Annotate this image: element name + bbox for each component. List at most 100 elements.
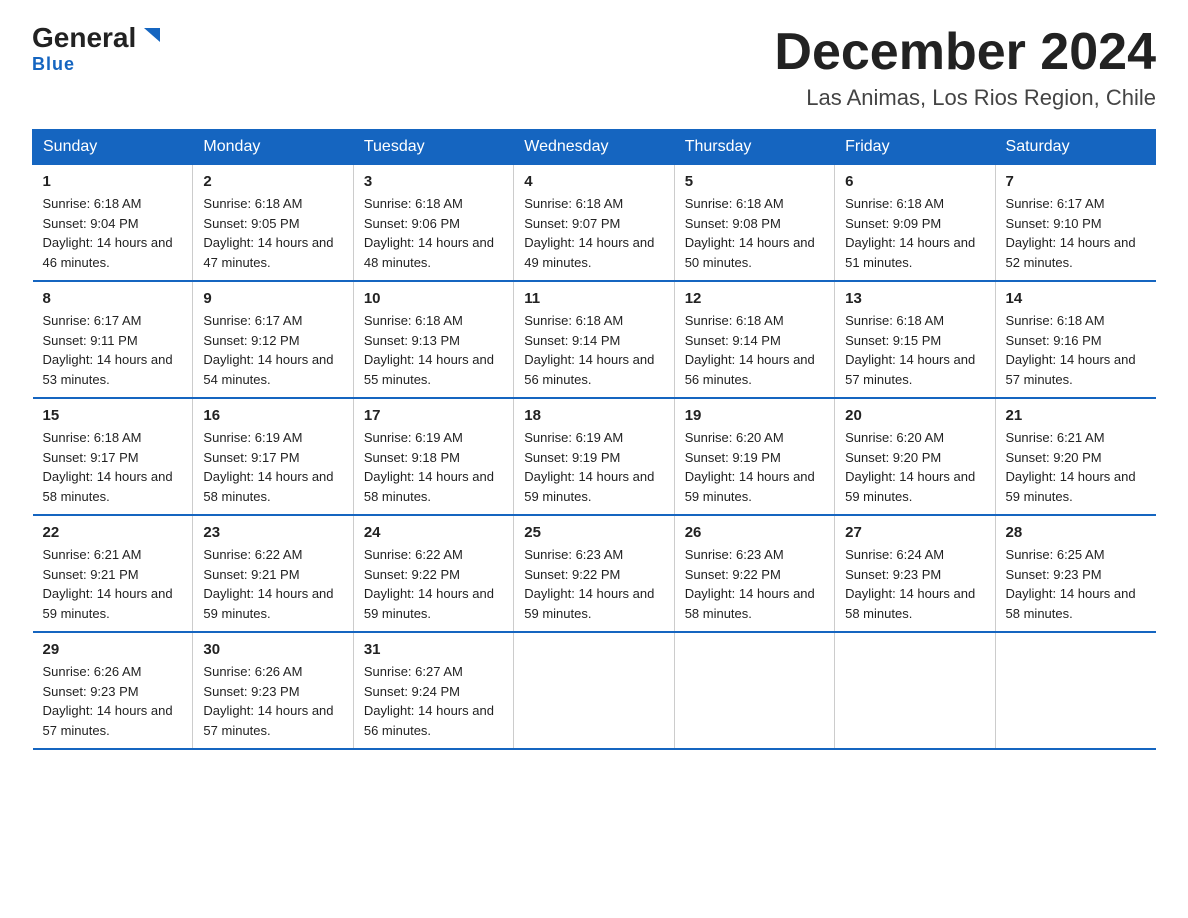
- day-number: 2: [203, 173, 342, 190]
- logo-general: General: [32, 24, 136, 52]
- day-info: Sunrise: 6:25 AMSunset: 9:23 PMDaylight:…: [1006, 545, 1146, 623]
- calendar-week-5: 29 Sunrise: 6:26 AMSunset: 9:23 PMDaylig…: [33, 632, 1156, 749]
- day-info: Sunrise: 6:19 AMSunset: 9:18 PMDaylight:…: [364, 428, 503, 506]
- calendar-cell: 16 Sunrise: 6:19 AMSunset: 9:17 PMDaylig…: [193, 398, 353, 515]
- logo-blue: Blue: [32, 54, 75, 75]
- day-number: 3: [364, 173, 503, 190]
- day-info: Sunrise: 6:18 AMSunset: 9:17 PMDaylight:…: [43, 428, 183, 506]
- day-info: Sunrise: 6:23 AMSunset: 9:22 PMDaylight:…: [685, 545, 824, 623]
- calendar-cell: 6 Sunrise: 6:18 AMSunset: 9:09 PMDayligh…: [835, 165, 995, 282]
- day-number: 19: [685, 407, 824, 424]
- day-number: 10: [364, 290, 503, 307]
- calendar-cell: [514, 632, 674, 749]
- calendar-cell: 27 Sunrise: 6:24 AMSunset: 9:23 PMDaylig…: [835, 515, 995, 632]
- calendar-cell: 5 Sunrise: 6:18 AMSunset: 9:08 PMDayligh…: [674, 165, 834, 282]
- day-info: Sunrise: 6:20 AMSunset: 9:19 PMDaylight:…: [685, 428, 824, 506]
- calendar-cell: 14 Sunrise: 6:18 AMSunset: 9:16 PMDaylig…: [995, 281, 1155, 398]
- main-title: December 2024: [774, 24, 1156, 81]
- calendar-cell: 30 Sunrise: 6:26 AMSunset: 9:23 PMDaylig…: [193, 632, 353, 749]
- calendar-cell: 3 Sunrise: 6:18 AMSunset: 9:06 PMDayligh…: [353, 165, 513, 282]
- day-number: 5: [685, 173, 824, 190]
- day-number: 1: [43, 173, 183, 190]
- calendar-week-2: 8 Sunrise: 6:17 AMSunset: 9:11 PMDayligh…: [33, 281, 1156, 398]
- title-block: December 2024 Las Animas, Los Rios Regio…: [774, 24, 1156, 111]
- page-header: General Blue December 2024 Las Animas, L…: [32, 24, 1156, 111]
- calendar-cell: 29 Sunrise: 6:26 AMSunset: 9:23 PMDaylig…: [33, 632, 193, 749]
- calendar-cell: 2 Sunrise: 6:18 AMSunset: 9:05 PMDayligh…: [193, 165, 353, 282]
- day-number: 21: [1006, 407, 1146, 424]
- calendar-cell: 15 Sunrise: 6:18 AMSunset: 9:17 PMDaylig…: [33, 398, 193, 515]
- day-number: 18: [524, 407, 663, 424]
- logo-icon: [138, 22, 166, 50]
- day-number: 20: [845, 407, 984, 424]
- day-info: Sunrise: 6:21 AMSunset: 9:20 PMDaylight:…: [1006, 428, 1146, 506]
- day-info: Sunrise: 6:21 AMSunset: 9:21 PMDaylight:…: [43, 545, 183, 623]
- calendar-cell: 23 Sunrise: 6:22 AMSunset: 9:21 PMDaylig…: [193, 515, 353, 632]
- day-info: Sunrise: 6:22 AMSunset: 9:21 PMDaylight:…: [203, 545, 342, 623]
- day-number: 27: [845, 524, 984, 541]
- calendar-cell: 8 Sunrise: 6:17 AMSunset: 9:11 PMDayligh…: [33, 281, 193, 398]
- day-info: Sunrise: 6:18 AMSunset: 9:13 PMDaylight:…: [364, 311, 503, 389]
- calendar-cell: 11 Sunrise: 6:18 AMSunset: 9:14 PMDaylig…: [514, 281, 674, 398]
- calendar-cell: 13 Sunrise: 6:18 AMSunset: 9:15 PMDaylig…: [835, 281, 995, 398]
- calendar-week-1: 1 Sunrise: 6:18 AMSunset: 9:04 PMDayligh…: [33, 165, 1156, 282]
- day-info: Sunrise: 6:18 AMSunset: 9:04 PMDaylight:…: [43, 194, 183, 272]
- day-info: Sunrise: 6:23 AMSunset: 9:22 PMDaylight:…: [524, 545, 663, 623]
- calendar-cell: [835, 632, 995, 749]
- calendar-cell: 25 Sunrise: 6:23 AMSunset: 9:22 PMDaylig…: [514, 515, 674, 632]
- day-number: 7: [1006, 173, 1146, 190]
- day-info: Sunrise: 6:27 AMSunset: 9:24 PMDaylight:…: [364, 662, 503, 740]
- day-number: 28: [1006, 524, 1146, 541]
- day-info: Sunrise: 6:26 AMSunset: 9:23 PMDaylight:…: [203, 662, 342, 740]
- calendar-cell: [995, 632, 1155, 749]
- calendar-cell: 20 Sunrise: 6:20 AMSunset: 9:20 PMDaylig…: [835, 398, 995, 515]
- calendar-week-4: 22 Sunrise: 6:21 AMSunset: 9:21 PMDaylig…: [33, 515, 1156, 632]
- location-subtitle: Las Animas, Los Rios Region, Chile: [774, 85, 1156, 111]
- day-info: Sunrise: 6:18 AMSunset: 9:14 PMDaylight:…: [685, 311, 824, 389]
- weekday-header-friday: Friday: [835, 130, 995, 165]
- calendar-cell: 19 Sunrise: 6:20 AMSunset: 9:19 PMDaylig…: [674, 398, 834, 515]
- day-number: 30: [203, 641, 342, 658]
- logo: General Blue: [32, 24, 166, 75]
- day-number: 6: [845, 173, 984, 190]
- calendar-cell: 24 Sunrise: 6:22 AMSunset: 9:22 PMDaylig…: [353, 515, 513, 632]
- weekday-header-wednesday: Wednesday: [514, 130, 674, 165]
- weekday-header-monday: Monday: [193, 130, 353, 165]
- day-info: Sunrise: 6:18 AMSunset: 9:16 PMDaylight:…: [1006, 311, 1146, 389]
- weekday-header-tuesday: Tuesday: [353, 130, 513, 165]
- day-info: Sunrise: 6:18 AMSunset: 9:05 PMDaylight:…: [203, 194, 342, 272]
- weekday-header-row: SundayMondayTuesdayWednesdayThursdayFrid…: [33, 130, 1156, 165]
- calendar-cell: 4 Sunrise: 6:18 AMSunset: 9:07 PMDayligh…: [514, 165, 674, 282]
- calendar-cell: [674, 632, 834, 749]
- weekday-header-saturday: Saturday: [995, 130, 1155, 165]
- day-number: 23: [203, 524, 342, 541]
- calendar-cell: 22 Sunrise: 6:21 AMSunset: 9:21 PMDaylig…: [33, 515, 193, 632]
- day-info: Sunrise: 6:26 AMSunset: 9:23 PMDaylight:…: [43, 662, 183, 740]
- day-info: Sunrise: 6:18 AMSunset: 9:08 PMDaylight:…: [685, 194, 824, 272]
- calendar-cell: 21 Sunrise: 6:21 AMSunset: 9:20 PMDaylig…: [995, 398, 1155, 515]
- weekday-header-thursday: Thursday: [674, 130, 834, 165]
- day-number: 22: [43, 524, 183, 541]
- calendar-cell: 17 Sunrise: 6:19 AMSunset: 9:18 PMDaylig…: [353, 398, 513, 515]
- calendar-cell: 7 Sunrise: 6:17 AMSunset: 9:10 PMDayligh…: [995, 165, 1155, 282]
- calendar-cell: 18 Sunrise: 6:19 AMSunset: 9:19 PMDaylig…: [514, 398, 674, 515]
- calendar-cell: 12 Sunrise: 6:18 AMSunset: 9:14 PMDaylig…: [674, 281, 834, 398]
- day-info: Sunrise: 6:18 AMSunset: 9:06 PMDaylight:…: [364, 194, 503, 272]
- calendar-cell: 1 Sunrise: 6:18 AMSunset: 9:04 PMDayligh…: [33, 165, 193, 282]
- day-number: 29: [43, 641, 183, 658]
- day-number: 17: [364, 407, 503, 424]
- day-number: 24: [364, 524, 503, 541]
- day-number: 25: [524, 524, 663, 541]
- day-info: Sunrise: 6:17 AMSunset: 9:12 PMDaylight:…: [203, 311, 342, 389]
- day-number: 8: [43, 290, 183, 307]
- calendar-cell: 28 Sunrise: 6:25 AMSunset: 9:23 PMDaylig…: [995, 515, 1155, 632]
- day-info: Sunrise: 6:18 AMSunset: 9:14 PMDaylight:…: [524, 311, 663, 389]
- day-number: 14: [1006, 290, 1146, 307]
- calendar-cell: 26 Sunrise: 6:23 AMSunset: 9:22 PMDaylig…: [674, 515, 834, 632]
- day-number: 9: [203, 290, 342, 307]
- day-number: 11: [524, 290, 663, 307]
- day-info: Sunrise: 6:18 AMSunset: 9:15 PMDaylight:…: [845, 311, 984, 389]
- calendar-cell: 10 Sunrise: 6:18 AMSunset: 9:13 PMDaylig…: [353, 281, 513, 398]
- day-info: Sunrise: 6:19 AMSunset: 9:17 PMDaylight:…: [203, 428, 342, 506]
- day-info: Sunrise: 6:22 AMSunset: 9:22 PMDaylight:…: [364, 545, 503, 623]
